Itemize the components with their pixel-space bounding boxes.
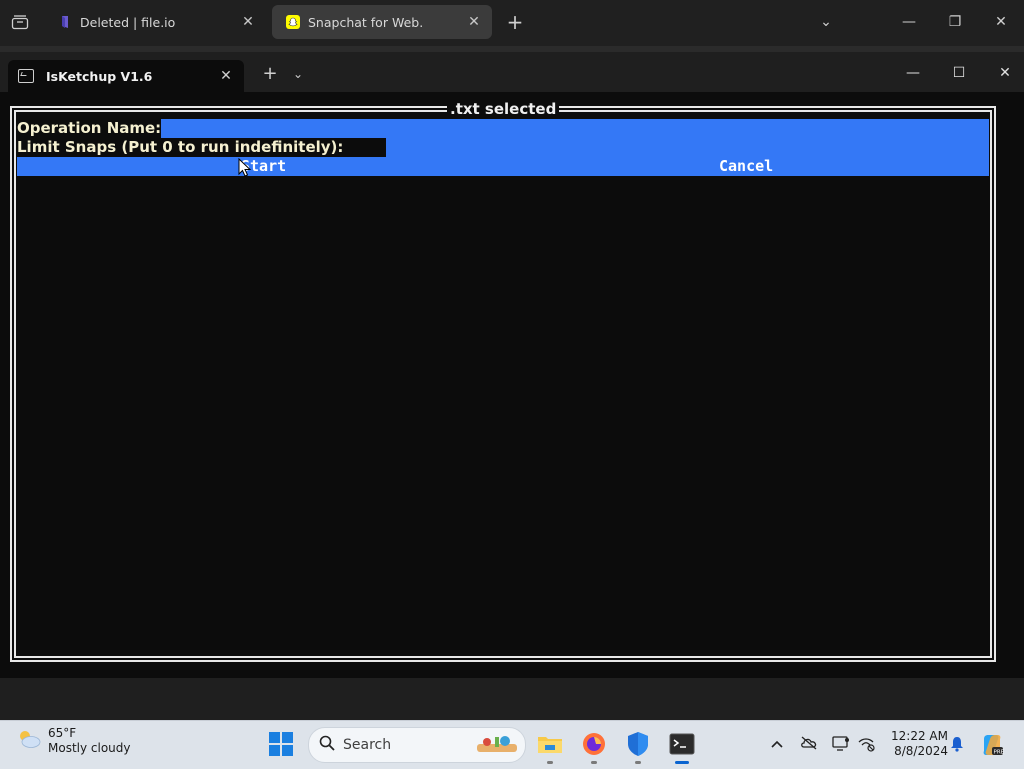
app-active-indicator bbox=[675, 761, 689, 764]
taskbar-clock[interactable]: 12:22 AM 8/8/2024 bbox=[882, 729, 948, 759]
dialog-frame-inner bbox=[14, 110, 992, 658]
file-explorer-icon[interactable] bbox=[536, 730, 564, 758]
terminal-dropdown-button[interactable]: ⌄ bbox=[290, 64, 306, 84]
weather-widget[interactable]: 65°F Mostly cloudy bbox=[16, 726, 131, 756]
network-icon[interactable] bbox=[858, 736, 876, 754]
new-tab-button[interactable]: + bbox=[504, 10, 526, 34]
cloud-icon bbox=[16, 728, 42, 754]
defender-icon[interactable] bbox=[624, 730, 652, 758]
browser-tab-fileio[interactable]: Deleted | file.io ✕ bbox=[44, 5, 266, 39]
terminal-icon[interactable] bbox=[668, 730, 696, 758]
operation-name-label: Operation Name: bbox=[17, 119, 162, 137]
limit-snaps-label: Limit Snaps (Put 0 to run indefinitely): bbox=[17, 138, 344, 156]
operation-name-input[interactable] bbox=[161, 119, 989, 138]
terminal-close-button[interactable]: ✕ bbox=[990, 62, 1020, 84]
close-window-button[interactable]: ✕ bbox=[986, 10, 1016, 34]
minimize-button[interactable]: — bbox=[894, 10, 924, 34]
new-terminal-tab-button[interactable]: + bbox=[262, 64, 278, 84]
copilot-icon[interactable]: PRE bbox=[980, 733, 1005, 757]
notification-bell-icon[interactable] bbox=[948, 736, 966, 754]
terminal-minimize-button[interactable]: — bbox=[898, 62, 928, 84]
close-icon[interactable]: ✕ bbox=[464, 14, 484, 30]
terminal-bottom-bar bbox=[0, 678, 1024, 720]
firefox-icon[interactable] bbox=[580, 730, 608, 758]
terminal-tab-icon bbox=[18, 69, 34, 83]
display-icon[interactable] bbox=[832, 736, 850, 754]
weather-condition: Mostly cloudy bbox=[48, 741, 131, 755]
tab-actions-icon[interactable] bbox=[8, 11, 32, 33]
browser-tab-snapchat[interactable]: Snapchat for Web. ✕ bbox=[272, 5, 492, 39]
close-icon[interactable]: ✕ bbox=[238, 14, 258, 30]
search-icon bbox=[319, 735, 335, 755]
app-running-indicator bbox=[591, 761, 597, 764]
close-icon[interactable]: ✕ bbox=[216, 68, 236, 84]
browser-tab-title: Snapchat for Web. bbox=[308, 14, 424, 30]
browser-tab-title: Deleted | file.io bbox=[80, 14, 176, 30]
app-running-indicator bbox=[635, 761, 641, 764]
terminal-maximize-button[interactable]: ☐ bbox=[944, 62, 974, 84]
chevron-up-icon[interactable] bbox=[768, 736, 786, 754]
taskbar-search[interactable]: Search bbox=[308, 727, 526, 763]
search-highlight-icon bbox=[475, 732, 519, 758]
cancel-button[interactable]: Cancel bbox=[719, 157, 773, 176]
clock-date: 8/8/2024 bbox=[894, 744, 948, 758]
file-io-icon bbox=[58, 15, 72, 29]
terminal-tab-title: IsKetchup V1.6 bbox=[46, 68, 153, 84]
clock-time: 12:22 AM bbox=[891, 729, 948, 743]
snapchat-icon bbox=[286, 15, 300, 29]
dialog-title: .txt selected bbox=[447, 100, 560, 118]
windows-start-icon[interactable] bbox=[268, 731, 294, 757]
mouse-pointer-icon bbox=[238, 157, 252, 178]
app-running-indicator bbox=[547, 761, 553, 764]
button-row bbox=[17, 157, 989, 176]
restore-button[interactable]: ❐ bbox=[940, 10, 970, 34]
tab-list-button[interactable]: ⌄ bbox=[811, 10, 841, 34]
onedrive-icon[interactable] bbox=[800, 736, 818, 754]
terminal-tab[interactable]: IsKetchup V1.6 ✕ bbox=[8, 60, 244, 92]
limit-snaps-input[interactable] bbox=[386, 138, 989, 157]
svg-text:PRE: PRE bbox=[994, 750, 1005, 756]
weather-temp: 65°F bbox=[48, 726, 77, 740]
search-placeholder: Search bbox=[343, 737, 392, 753]
